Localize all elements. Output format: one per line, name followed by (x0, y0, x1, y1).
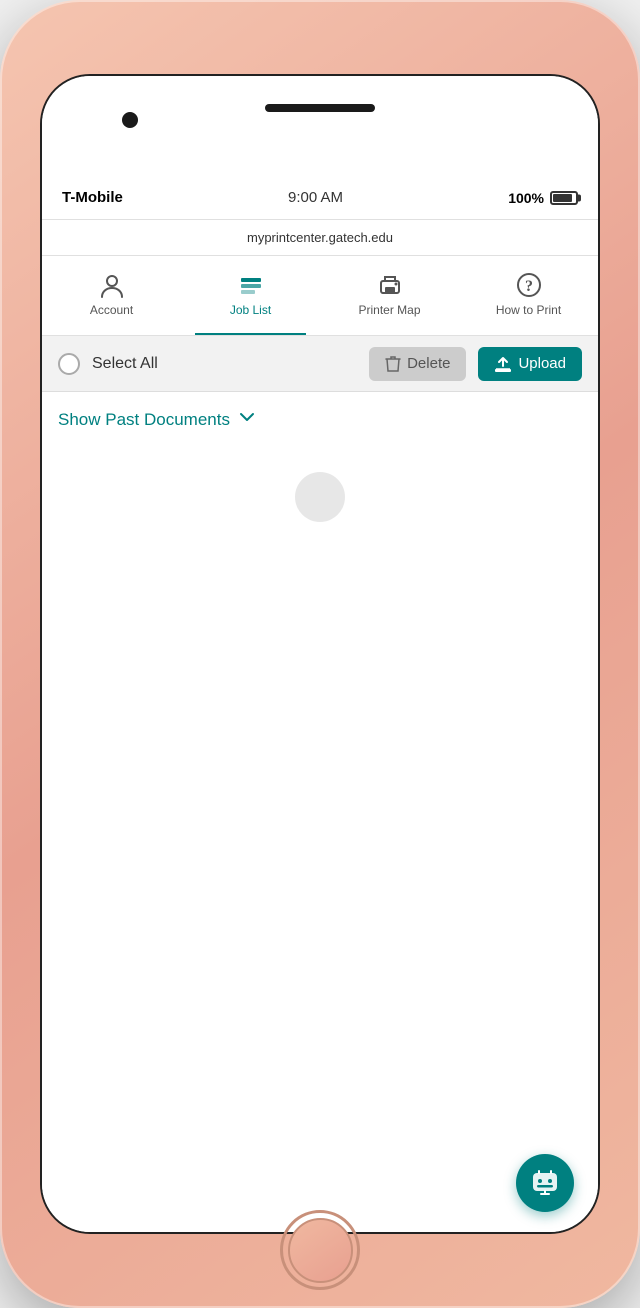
account-icon (98, 271, 126, 299)
loading-spinner (295, 472, 345, 522)
chatbot-icon (529, 1167, 561, 1199)
front-camera (122, 112, 138, 128)
battery-fill (553, 194, 572, 202)
url-text: myprintcenter.gatech.edu (247, 230, 393, 245)
select-all-label: Select All (92, 355, 357, 373)
upload-label: Upload (518, 355, 566, 372)
tab-how-to-print[interactable]: ? How to Print (459, 256, 598, 335)
upload-button[interactable]: Upload (478, 347, 582, 381)
trash-icon (385, 355, 401, 373)
printer-map-icon (376, 271, 404, 299)
tab-printer-map-label: Printer Map (358, 303, 420, 317)
tab-job-list[interactable]: Job List (181, 256, 320, 335)
svg-text:?: ? (525, 278, 533, 295)
how-to-print-icon: ? (515, 271, 543, 299)
chatbot-button[interactable] (516, 1154, 574, 1212)
phone-top-bar (42, 76, 598, 176)
home-button-inner (288, 1218, 353, 1283)
action-bar: Select All Delete Upload (42, 336, 598, 392)
status-bar: T-Mobile 9:00 AM 100% (42, 176, 598, 220)
speaker-bar (265, 104, 375, 112)
select-all-checkbox[interactable] (58, 353, 80, 375)
home-button[interactable] (280, 1210, 360, 1290)
nav-tabs: Account Job List Printer Ma (42, 256, 598, 336)
tab-job-list-label: Job List (230, 303, 271, 317)
battery-percent: 100% (508, 190, 544, 206)
url-bar[interactable]: myprintcenter.gatech.edu (42, 220, 598, 256)
tab-account[interactable]: Account (42, 256, 181, 335)
tab-account-label: Account (90, 303, 133, 317)
chevron-down-icon (238, 408, 256, 431)
content-area: Show Past Documents (42, 392, 598, 1234)
show-past-documents[interactable]: Show Past Documents (58, 408, 582, 431)
phone-device: T-Mobile 9:00 AM 100% myprintcenter.gate… (0, 0, 640, 1308)
battery-icon (550, 191, 578, 205)
battery-area: 100% (508, 190, 578, 206)
upload-icon (494, 355, 512, 373)
job-list-icon (237, 271, 265, 299)
show-past-docs-label: Show Past Documents (58, 410, 230, 430)
delete-button[interactable]: Delete (369, 347, 466, 381)
tab-printer-map[interactable]: Printer Map (320, 256, 459, 335)
spinner-circle (295, 472, 345, 522)
delete-label: Delete (407, 355, 450, 372)
carrier-label: T-Mobile (62, 189, 123, 206)
tab-how-to-print-label: How to Print (496, 303, 561, 317)
phone-screen: T-Mobile 9:00 AM 100% myprintcenter.gate… (40, 74, 600, 1234)
time-label: 9:00 AM (288, 189, 343, 206)
